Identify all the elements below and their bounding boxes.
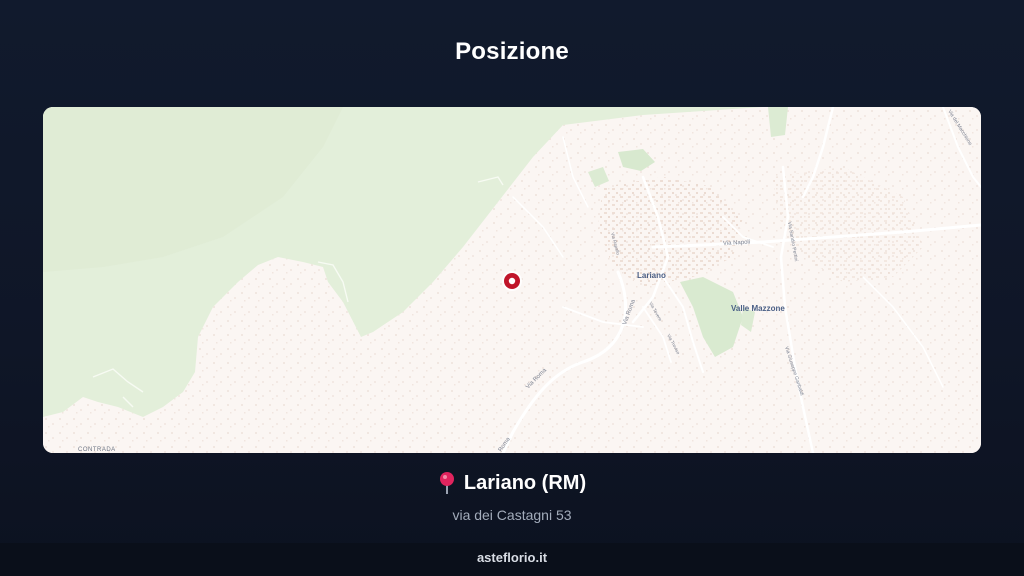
page-title: Posizione [455,38,569,65]
map-label-contrada: CONTRADA [78,447,116,453]
map-canvas[interactable]: CONTRADA Lariano Valle Mazzone Via Napol… [43,107,981,453]
location-title: Lariano (RM) [438,471,586,495]
footer-site[interactable]: asteflorio.it [477,550,547,565]
round-pushpin-icon [438,471,456,495]
map-label-district: Valle Mazzone [731,304,785,313]
map-view[interactable]: CONTRADA Lariano Valle Mazzone Via Napol… [43,107,981,453]
location-name: Lariano (RM) [463,471,587,494]
park-patch [768,107,788,137]
footer: asteflorio.it [0,543,1024,576]
map-label-town: Lariano [637,271,666,280]
location-address: via dei Castagni 53 [452,507,572,523]
location-marker[interactable] [502,271,522,291]
location-info: Lariano (RM) via dei Castagni 53 [0,471,1024,523]
